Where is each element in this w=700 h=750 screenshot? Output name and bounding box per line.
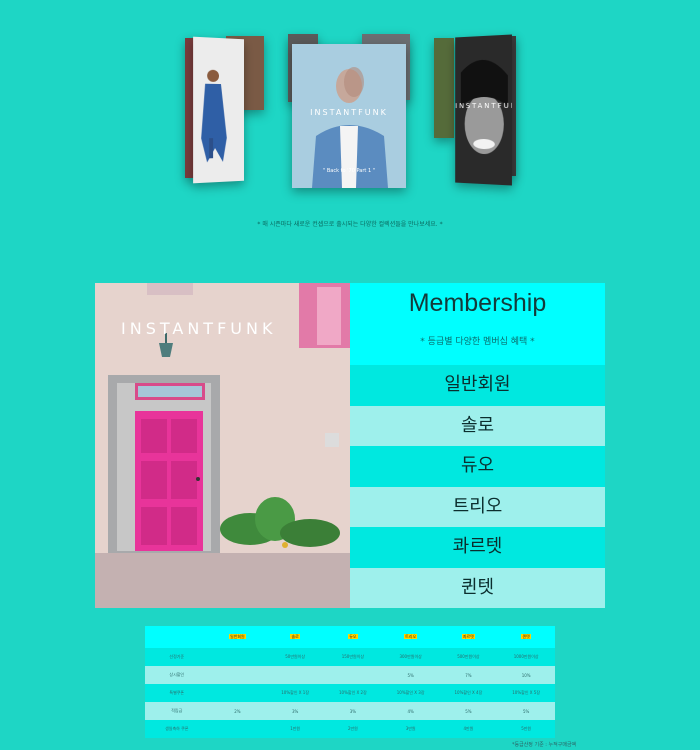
- table-cell: 3만원: [405, 726, 416, 731]
- table-header-row: 일반회원 솔로 듀오 트리오 콰르텟 퀸텟: [145, 626, 555, 648]
- membership-benefits-table: 일반회원 솔로 듀오 트리오 콰르텟 퀸텟 선정기준 50만원이상 150만원이…: [145, 626, 555, 738]
- table-header-label: 듀오: [348, 634, 358, 639]
- table-cell: 10%할인 X 1장: [281, 690, 310, 695]
- collection-gallery: INSTANTFUNK " Back to '70 Part 1 " INSTA…: [0, 0, 700, 200]
- table-header-label: 솔로: [290, 634, 300, 639]
- table-header-cell: 솔로: [266, 634, 324, 640]
- table-cell: 150만원이상: [341, 654, 365, 659]
- table-header-label: 트리오: [404, 634, 418, 639]
- table-row: 상시할인 5% 7% 10%: [145, 666, 555, 684]
- table-cell: 3%: [291, 708, 299, 714]
- table-row: 적립금 2% 3% 3% 4% 5% 5%: [145, 702, 555, 720]
- table-cell: 7%: [465, 672, 472, 678]
- table-cell: 1000만원이상: [513, 654, 539, 659]
- table-cell: 10%할인 X 4장: [454, 690, 483, 695]
- right-card-brand: INSTANTFUNK: [455, 101, 512, 110]
- table-cell: 10%: [521, 672, 531, 678]
- table-cell: 3%: [349, 708, 357, 714]
- table-cell: 2%: [234, 708, 241, 714]
- table-row: 특별쿠폰 10%할인 X 1장 10%할인 X 2장 10%할인 X 3장 10…: [145, 684, 555, 702]
- membership-title: Membership: [408, 289, 547, 317]
- membership-panel: Membership * 등급별 다양한 멤버십 혜택 * 일반회원 솔로 듀오…: [350, 283, 605, 608]
- gallery-card-left[interactable]: [193, 36, 244, 184]
- pink-door-photo: INSTANTFUNK: [95, 283, 350, 608]
- membership-section: INSTANTFUNK Membership * 등급별 다양한 멤버십 혜택 …: [95, 283, 605, 608]
- table-cell: 5%: [407, 672, 414, 678]
- table-header-cell: 콰르텟: [440, 634, 498, 640]
- membership-subtitle: * 등급별 다양한 멤버십 혜택 *: [420, 337, 535, 347]
- table-cell: 50만원이상: [285, 654, 306, 659]
- tier-quartet[interactable]: 콰르텟: [350, 527, 605, 568]
- table-cell: 10%할인 X 5장: [512, 690, 541, 695]
- table-cell: 5%: [465, 708, 472, 714]
- tier-general[interactable]: 일반회원: [350, 365, 605, 406]
- table-cell: 300만원이상: [399, 654, 422, 659]
- table-cell: 5%: [522, 708, 530, 714]
- tier-duo[interactable]: 듀오: [350, 446, 605, 487]
- table-cell: 특별쿠폰: [169, 690, 185, 695]
- table-footnote: *등급산정 기준 : 누적구매금액: [512, 742, 577, 748]
- table-header-label: 일반회원: [229, 634, 246, 639]
- table-cell: 생일축하 쿠폰: [165, 726, 189, 731]
- collection-caption: * 매 시즌마다 새로운 컨셉으로 출시되는 다양한 컬렉션들을 만나보세요. …: [257, 221, 443, 228]
- gallery-card-center[interactable]: INSTANTFUNK " Back to '70 Part 1 ": [292, 44, 406, 188]
- membership-header: Membership * 등급별 다양한 멤버십 혜택 *: [350, 283, 605, 365]
- gallery-card-right[interactable]: INSTANTFUNK: [455, 34, 512, 186]
- table-cell: 4%: [407, 708, 414, 714]
- table-row: 선정기준 50만원이상 150만원이상 300만원이상 500만원이상 1000…: [145, 648, 555, 666]
- table-cell: 1만원: [290, 726, 301, 731]
- table-header-label: 콰르텟: [461, 634, 475, 639]
- table-cell: 10%할인 X 3장: [396, 690, 425, 695]
- photo-brand-text: INSTANTFUNK: [121, 319, 277, 338]
- table-cell: 적립금: [171, 708, 183, 713]
- table-header-label: 퀸텟: [521, 634, 531, 639]
- table-cell: 500만원이상: [457, 654, 480, 659]
- table-header-cell: 퀸텟: [497, 634, 555, 640]
- gallery-card-right-back[interactable]: [434, 38, 454, 138]
- table-row: 생일축하 쿠폰 1만원 2만원 3만원 4만원 5만원: [145, 720, 555, 738]
- table-header-cell: 트리오: [382, 634, 440, 640]
- tier-quintet[interactable]: 퀸텟: [350, 567, 605, 608]
- tier-trio[interactable]: 트리오: [350, 486, 605, 527]
- denim-jumpsuit-model-photo: [193, 36, 244, 184]
- center-card-brand: INSTANTFUNK: [310, 108, 388, 117]
- table-cell: 4만원: [463, 726, 474, 731]
- table-cell: 10%할인 X 2장: [339, 690, 367, 695]
- table-header-cell: 듀오: [324, 634, 382, 640]
- table-cell: 상시할인: [169, 672, 185, 677]
- smiling-woman-bw-photo: [455, 34, 512, 186]
- table-cell: 선정기준: [169, 654, 185, 659]
- table-cell: 2만원: [347, 726, 358, 731]
- tier-solo[interactable]: 솔로: [350, 405, 605, 446]
- table-cell: 5만원: [521, 726, 532, 731]
- center-card-caption: " Back to '70 Part 1 ": [322, 168, 376, 174]
- table-header-cell: 일반회원: [209, 634, 267, 640]
